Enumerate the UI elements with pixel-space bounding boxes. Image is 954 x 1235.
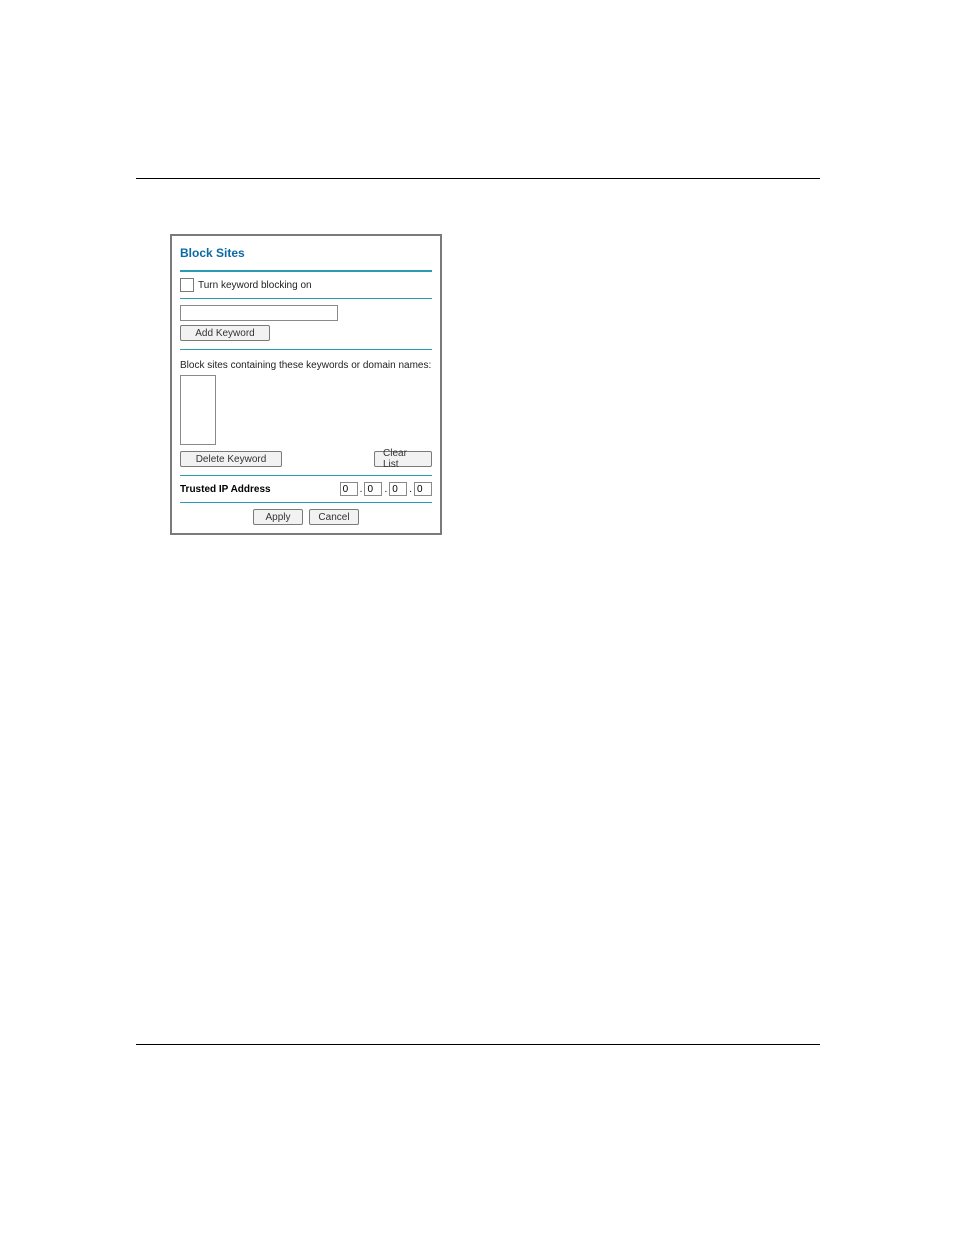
ip-octet-4[interactable]: 0 xyxy=(414,482,432,496)
ip-octet-3[interactable]: 0 xyxy=(389,482,407,496)
ip-dot: . xyxy=(360,484,363,495)
keyword-input[interactable] xyxy=(180,305,338,321)
keyword-blocking-label: Turn keyword blocking on xyxy=(198,280,312,291)
ip-octet-2[interactable]: 0 xyxy=(364,482,382,496)
block-sites-panel: Block Sites Turn keyword blocking on Add… xyxy=(170,234,442,535)
ip-dot: . xyxy=(409,484,412,495)
divider xyxy=(180,270,432,272)
cancel-button[interactable]: Cancel xyxy=(309,509,359,525)
apply-cancel-row: Apply Cancel xyxy=(180,509,432,527)
trusted-ip-row: Trusted IP Address 0 . 0 . 0 . 0 xyxy=(180,482,432,496)
keyword-blocking-checkbox[interactable] xyxy=(180,278,194,292)
divider xyxy=(180,475,432,476)
header-rule xyxy=(136,178,820,179)
panel-title: Block Sites xyxy=(180,242,432,270)
page: Block Sites Turn keyword blocking on Add… xyxy=(0,0,954,1235)
ip-octet-1[interactable]: 0 xyxy=(340,482,358,496)
keyword-listbox[interactable] xyxy=(180,375,216,445)
divider xyxy=(180,502,432,503)
add-keyword-button[interactable]: Add Keyword xyxy=(180,325,270,341)
divider xyxy=(180,349,432,350)
footer-rule xyxy=(136,1044,820,1045)
keyword-blocking-row: Turn keyword blocking on xyxy=(180,278,432,292)
ip-dot: . xyxy=(384,484,387,495)
apply-button[interactable]: Apply xyxy=(253,509,303,525)
delete-keyword-button[interactable]: Delete Keyword xyxy=(180,451,282,467)
trusted-ip-input-group: 0 . 0 . 0 . 0 xyxy=(340,482,432,496)
clear-list-button[interactable]: Clear List xyxy=(374,451,432,467)
trusted-ip-label: Trusted IP Address xyxy=(180,484,271,495)
block-list-label: Block sites containing these keywords or… xyxy=(180,360,432,371)
list-buttons-row: Delete Keyword Clear List xyxy=(180,451,432,467)
divider xyxy=(180,298,432,299)
